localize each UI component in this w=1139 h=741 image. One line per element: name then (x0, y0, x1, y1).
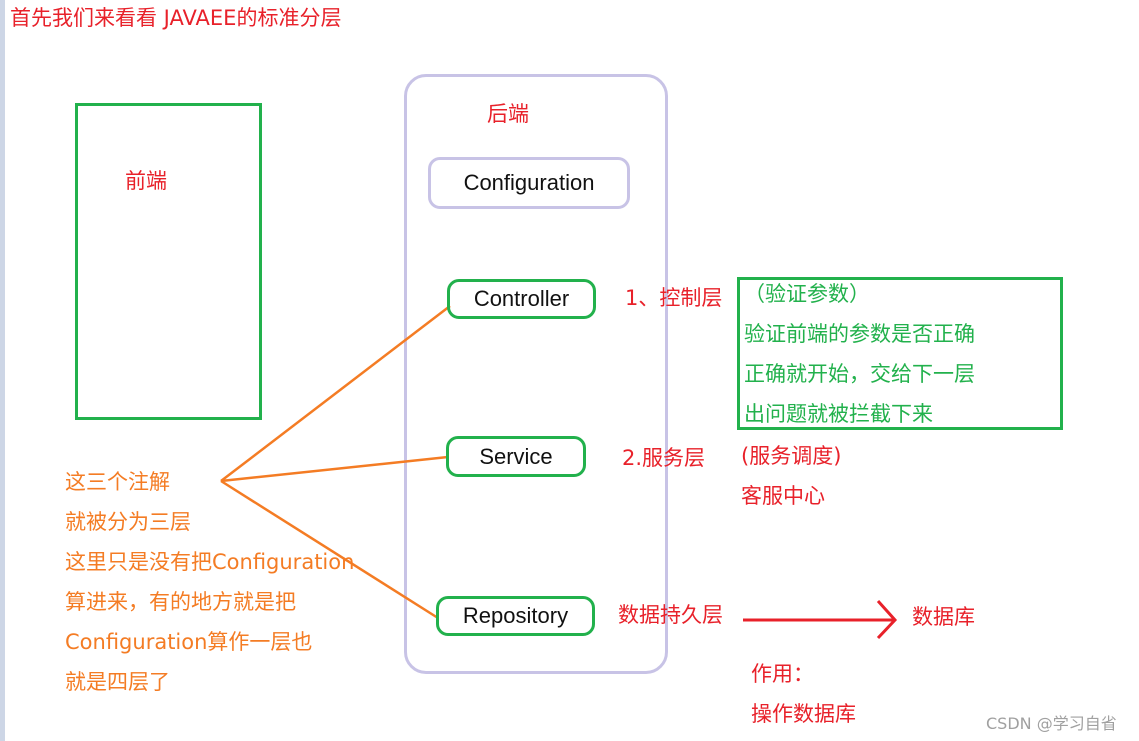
controller-note-line: 出问题就被拦截下来 (744, 402, 933, 426)
arrow-to-database-icon (743, 599, 898, 640)
annotation-note-line: 这里只是没有把Configuration (65, 550, 355, 574)
annotation-note-line: 这三个注解 (65, 470, 170, 494)
service-description: 2.服务层 (622, 446, 706, 470)
controller-description: 1、控制层 (625, 286, 723, 310)
repository-note-line: 操作数据库 (751, 702, 856, 726)
service-note-line: 客服中心 (741, 484, 825, 508)
controller-layer: Controller (447, 279, 596, 319)
watermark: CSDN @学习自省 (986, 714, 1117, 733)
annotation-note-line: 就被分为三层 (65, 510, 191, 534)
repository-layer: Repository (436, 596, 595, 636)
controller-note-line: 验证前端的参数是否正确 (744, 322, 975, 346)
annotation-to-controller-line (220, 305, 451, 482)
annotation-note-line: 算进来，有的地方就是把 (65, 590, 296, 614)
controller-note-line: 正确就开始，交给下一层 (744, 362, 975, 386)
database-label: 数据库 (912, 605, 975, 629)
annotation-note-line: Configuration算作一层也 (65, 630, 313, 654)
repository-note: 作用： 操作数据库 (751, 654, 856, 734)
repository-note-line: 作用： (751, 662, 814, 686)
configuration-layer: Configuration (428, 157, 630, 209)
repository-description: 数据持久层 (618, 603, 723, 627)
annotation-note-line: 就是四层了 (65, 670, 170, 694)
annotation-note: 这三个注解 就被分为三层 这里只是没有把Configuration 算进来，有的… (65, 462, 354, 702)
controller-note-line: （验证参数） (744, 282, 870, 306)
service-layer: Service (446, 436, 586, 477)
service-note-line: (服务调度) (741, 444, 842, 468)
controller-note: （验证参数） 验证前端的参数是否正确 正确就开始，交给下一层 出问题就被拦截下来 (744, 274, 975, 434)
service-note: (服务调度) 客服中心 (741, 436, 841, 516)
